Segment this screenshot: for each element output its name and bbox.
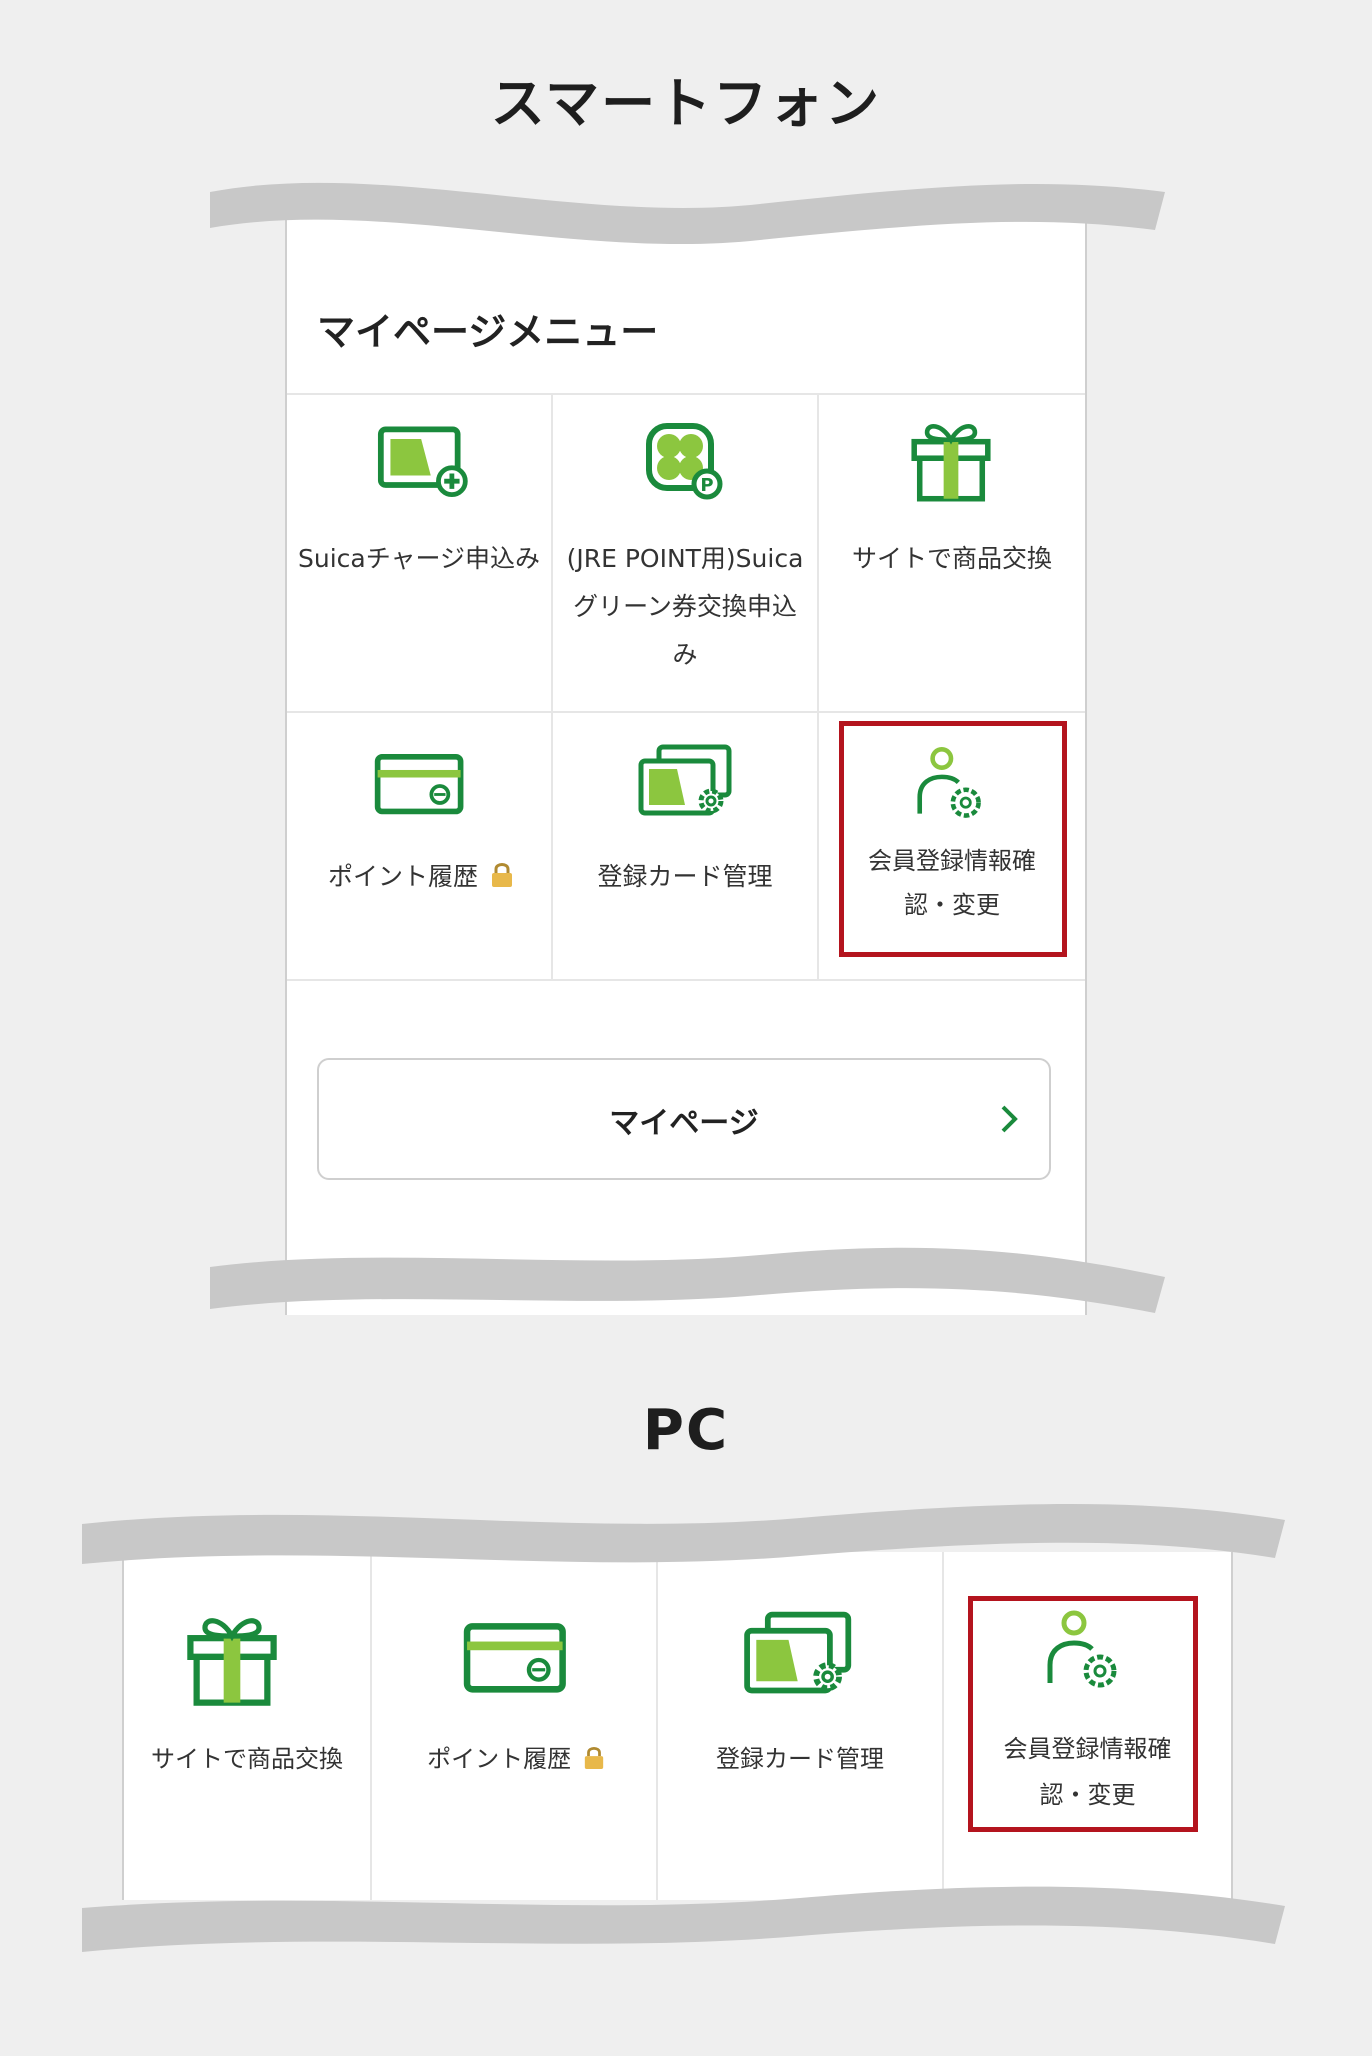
- pc-menu-item-point-history[interactable]: ポイント履歴: [372, 1552, 658, 1900]
- mypage-button-label: マイページ: [609, 1106, 759, 1141]
- pc-menu-item-product-exchange[interactable]: サイトで商品交換: [124, 1552, 372, 1900]
- lock-icon: [584, 1747, 603, 1769]
- menu-item-member-info[interactable]: 会員登録情報確認・変更: [819, 713, 1085, 981]
- card-settings-icon: [742, 1610, 858, 1702]
- menu-title: マイページメニュー: [317, 310, 659, 354]
- menu-item-label: 会員登録情報確認・変更: [868, 847, 1036, 919]
- card-point-icon: [373, 753, 469, 819]
- menu-item-product-exchange[interactable]: サイトで商品交換: [819, 393, 1085, 713]
- mypage-button[interactable]: マイページ: [317, 1058, 1051, 1180]
- pc-menu-item-member-info[interactable]: 会員登録情報確認・変更: [944, 1552, 1231, 1900]
- menu-item-card-management[interactable]: 登録カード管理: [553, 713, 819, 981]
- menu-item-label: Suicaチャージ申込み: [298, 544, 540, 573]
- menu-grid: Suicaチャージ申込み (JRE POINT用)Suicaグリーン券交換申込み…: [287, 393, 1085, 1033]
- chevron-right-icon: [999, 1104, 1019, 1134]
- menu-item-label-row: ポイント履歴: [378, 1736, 650, 1782]
- lock-icon: [491, 863, 512, 887]
- suica-charge-icon: [377, 423, 473, 501]
- menu-item-label-row: ポイント履歴: [297, 853, 541, 901]
- smartphone-section-title: スマートフォン: [490, 72, 882, 135]
- menu-item-label: 会員登録情報確認・変更: [1003, 1735, 1172, 1809]
- menu-item-label: ポイント履歴: [328, 862, 479, 891]
- menu-item-label: 登録カード管理: [716, 1745, 884, 1773]
- torn-edge-bottom: [210, 1247, 1165, 1313]
- menu-item-label: 登録カード管理: [597, 862, 773, 891]
- smartphone-mypage-panel: マイページメニュー Suicaチャージ申込み (JRE POINT用)Suica…: [285, 215, 1087, 1315]
- pc-mypage-panel: サイトで商品交換 ポイント履歴 登録カード管理 会員登録情報確認・変更: [122, 1552, 1233, 1900]
- torn-edge-bottom: [82, 1886, 1285, 1952]
- menu-item-label: (JRE POINT用)Suicaグリーン券交換申込み: [566, 544, 804, 669]
- menu-item-suica-charge[interactable]: Suicaチャージ申込み: [287, 393, 553, 713]
- card-point-icon: [462, 1622, 572, 1698]
- menu-item-green-ticket[interactable]: (JRE POINT用)Suicaグリーン券交換申込み: [553, 393, 819, 713]
- user-settings-icon: [905, 745, 997, 829]
- pc-section-title: PC: [642, 1398, 730, 1463]
- clover-point-icon: [637, 421, 737, 503]
- torn-edge-top: [82, 1504, 1285, 1564]
- card-settings-icon: [637, 743, 737, 823]
- pc-menu-item-card-management[interactable]: 登録カード管理: [658, 1552, 944, 1900]
- menu-item-point-history[interactable]: ポイント履歴: [287, 713, 553, 981]
- user-settings-icon: [1034, 1608, 1134, 1700]
- menu-item-label: サイトで商品交換: [151, 1745, 343, 1773]
- menu-item-label: ポイント履歴: [427, 1745, 572, 1773]
- gift-icon: [905, 417, 997, 505]
- menu-item-label: サイトで商品交換: [851, 544, 1052, 573]
- gift-icon: [180, 1610, 284, 1710]
- torn-edge-top: [210, 182, 1165, 245]
